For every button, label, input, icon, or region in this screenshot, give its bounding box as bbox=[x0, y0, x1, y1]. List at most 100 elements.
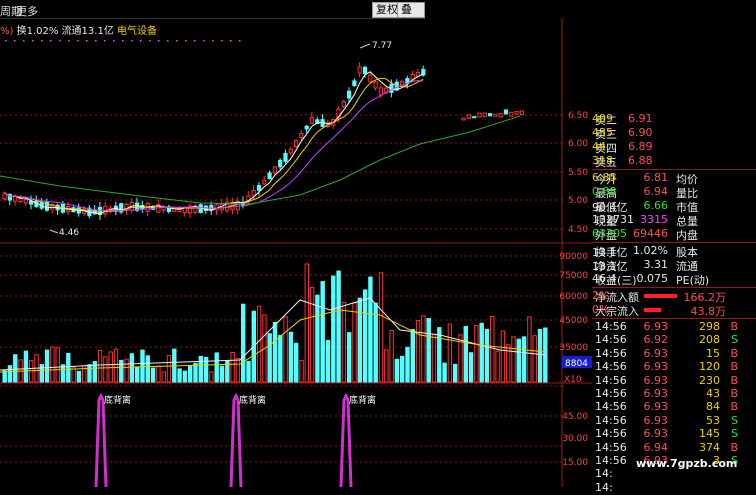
candle bbox=[352, 80, 357, 87]
indicator-spike bbox=[94, 392, 108, 487]
volume-bar bbox=[500, 330, 506, 383]
candle bbox=[498, 113, 503, 118]
volume-bar bbox=[7, 365, 13, 383]
panel-row: 卖五 6.88 318 bbox=[592, 154, 756, 169]
tick-time: 14:56 bbox=[595, 346, 627, 360]
candle bbox=[288, 148, 293, 154]
volume-ma-line bbox=[0, 297, 546, 371]
chart-toolbar: 周期 更多 复权 叠加 bbox=[0, 0, 425, 30]
tick-time: 14:56 bbox=[595, 360, 627, 374]
divergence-label: 底背离 bbox=[349, 394, 376, 406]
candle bbox=[44, 201, 50, 211]
panel-row: 外盘 69446 内盘 63205 bbox=[592, 227, 756, 242]
volume-bar bbox=[484, 328, 490, 383]
tick-price: 6.93 bbox=[643, 413, 669, 427]
volume-bar bbox=[288, 331, 294, 383]
volume-bar bbox=[384, 349, 389, 383]
volume-bar bbox=[66, 352, 71, 383]
volume-bar bbox=[241, 303, 246, 383]
marker-dot bbox=[14, 40, 16, 42]
flow-value: 43.8万 bbox=[690, 305, 727, 318]
volume-bar bbox=[108, 351, 113, 383]
tick-row: 14: bbox=[592, 481, 756, 495]
volume-bar bbox=[188, 365, 193, 383]
volume-axis-tick: 60000 bbox=[559, 292, 588, 302]
candle bbox=[251, 190, 256, 197]
candle bbox=[509, 111, 514, 117]
flow-bar bbox=[644, 308, 661, 312]
low-label: 4.46 bbox=[59, 228, 79, 238]
panel-row: 净资 3.31 流通 13.1亿 bbox=[592, 258, 756, 273]
tick-time: 14:56 bbox=[595, 400, 627, 414]
volume-bar bbox=[230, 351, 235, 383]
tick-volume: 84 bbox=[706, 400, 720, 414]
tick-volume: 374 bbox=[699, 440, 720, 454]
candle bbox=[278, 159, 283, 168]
tick-time: 14:56 bbox=[595, 320, 627, 333]
marker-dot bbox=[203, 40, 205, 42]
volume-bar bbox=[283, 316, 288, 383]
tick-row: 14:56 6.93 145 S bbox=[592, 427, 756, 441]
volume-bar bbox=[410, 329, 416, 383]
flow-bar bbox=[644, 294, 677, 298]
tick-volume: 230 bbox=[699, 373, 720, 387]
volume-bar bbox=[177, 368, 182, 383]
quote-value: 6.66 bbox=[643, 199, 669, 212]
volume-bar bbox=[400, 355, 405, 383]
candle bbox=[373, 81, 378, 89]
order-book-price: 6.88 bbox=[628, 154, 653, 167]
volume-bar bbox=[315, 294, 320, 383]
volume-bar bbox=[309, 286, 315, 383]
panel-row: 现量 3315 总量 132731 bbox=[592, 213, 756, 228]
candle bbox=[161, 206, 166, 211]
marker-dot bbox=[185, 40, 187, 42]
volume-bar bbox=[352, 302, 357, 383]
tick-row: 14:56 6.93 120 B bbox=[592, 360, 756, 374]
marker-dot bbox=[77, 40, 79, 42]
marker-dot bbox=[230, 40, 232, 42]
low-pointer bbox=[49, 229, 59, 234]
marker-dot bbox=[113, 40, 115, 42]
marker-dot bbox=[122, 40, 124, 42]
volume-bar bbox=[527, 316, 532, 383]
candle bbox=[299, 133, 304, 139]
more-button[interactable]: 更多 bbox=[16, 3, 38, 19]
ma20-line bbox=[4, 79, 424, 212]
volume-bar bbox=[97, 349, 103, 383]
order-book-volume: 435 bbox=[592, 126, 613, 139]
tick-row: 14:56 6.93 84 B bbox=[592, 400, 756, 414]
volume-bar bbox=[44, 349, 50, 383]
marker-dot bbox=[104, 40, 106, 42]
tick-price: 6.93 bbox=[643, 373, 669, 387]
price-axis-tick: 4.50 bbox=[568, 225, 588, 235]
tick-volume: 120 bbox=[699, 360, 720, 374]
volume-bar bbox=[474, 324, 479, 383]
overlay-button[interactable]: 叠加 bbox=[397, 2, 425, 30]
volume-bar bbox=[55, 347, 60, 383]
volume-bar bbox=[29, 360, 34, 383]
sector-text[interactable]: 电气设备 bbox=[117, 26, 157, 37]
tick-price: 6.93 bbox=[643, 427, 669, 441]
volume-bar bbox=[156, 365, 161, 383]
volume-bar bbox=[161, 371, 166, 383]
watermark: www.7gpzb.com bbox=[636, 457, 738, 470]
kline-chart-area[interactable]: 6.50 6.00 5.50 5.00 4.50 90000 75000 60000 45000… bbox=[0, 0, 592, 487]
tick-time: 14:56 bbox=[595, 333, 627, 347]
marker-dot bbox=[194, 40, 196, 42]
quote-panel: 卖二 6.91 409 卖三 6.90 435 卖四 6.89 44 卖五 6.88 318 今开 6.8… bbox=[592, 112, 756, 494]
quote-label: 内盘 bbox=[676, 229, 698, 242]
candle bbox=[378, 87, 383, 96]
volume-bar bbox=[304, 263, 310, 383]
tick-time: 14: bbox=[595, 480, 613, 494]
volume-bar bbox=[368, 276, 373, 383]
tick-side: B bbox=[730, 387, 738, 400]
volume-axis-tick: 75000 bbox=[559, 271, 588, 281]
tick-price: 6.93 bbox=[643, 320, 669, 333]
volume-bar bbox=[347, 332, 352, 383]
order-book-volume: 409 bbox=[592, 112, 613, 125]
marker-dot bbox=[95, 40, 97, 42]
tick-row: 14:56 6.92 208 S bbox=[592, 333, 756, 347]
volume-bar bbox=[426, 318, 431, 383]
tick-side: B bbox=[730, 346, 738, 360]
tick-side: S bbox=[731, 413, 738, 427]
